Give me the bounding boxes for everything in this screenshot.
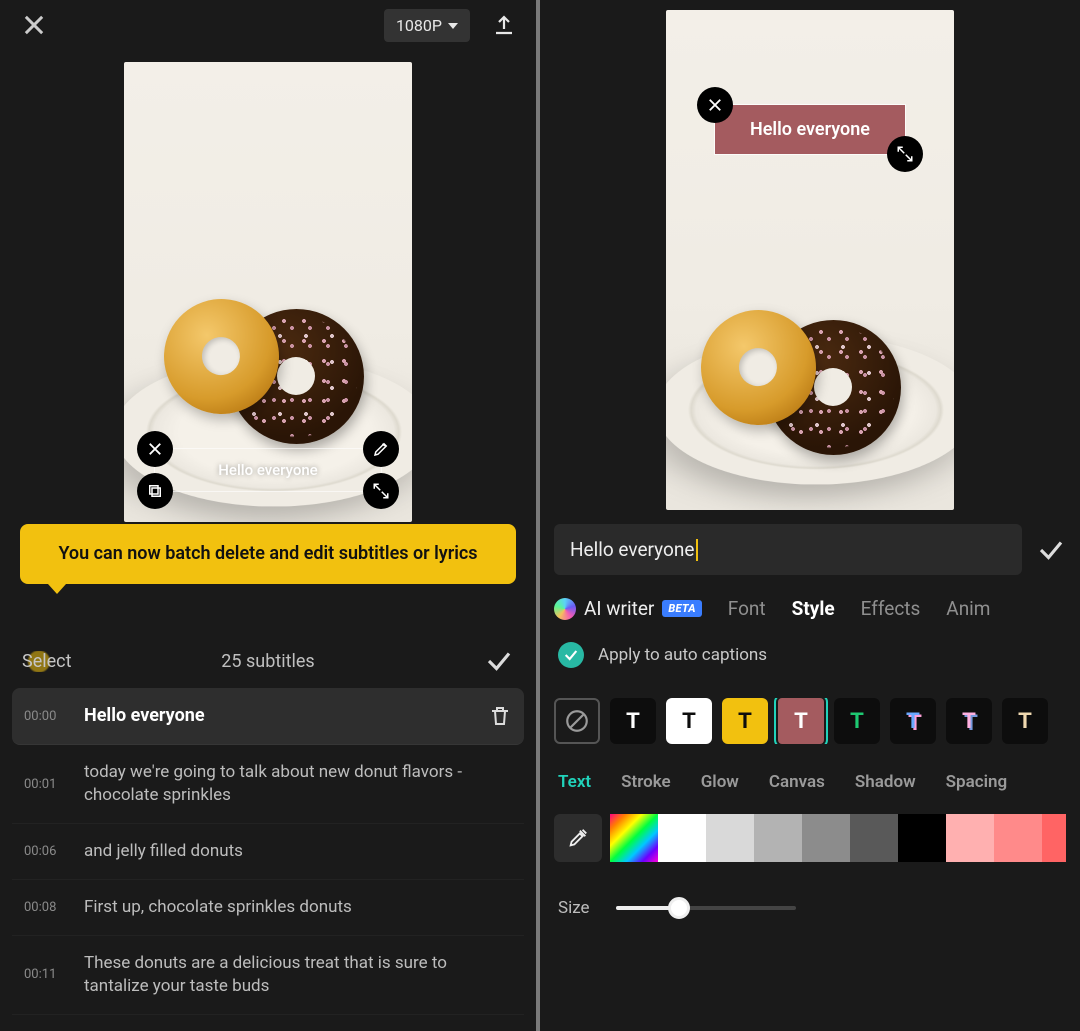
subtitle-text: today we're going to talk about new donu… bbox=[84, 761, 512, 807]
text-caret bbox=[696, 539, 698, 561]
preset-none[interactable] bbox=[554, 698, 600, 744]
caption-copy-handle[interactable] bbox=[137, 473, 173, 509]
slider-thumb[interactable] bbox=[668, 897, 690, 919]
editor-header: 1080P bbox=[0, 0, 536, 50]
size-slider-row: Size bbox=[558, 898, 1062, 918]
size-slider[interactable] bbox=[616, 906, 796, 910]
subtitles-toolbar: Select 25 subtitles bbox=[0, 634, 536, 688]
video-preview[interactable]: Hello everyone bbox=[124, 62, 412, 522]
confirm-icon[interactable] bbox=[1036, 535, 1066, 565]
caption-resize-handle[interactable] bbox=[363, 473, 399, 509]
close-icon[interactable] bbox=[20, 11, 48, 39]
color-swatch[interactable] bbox=[658, 814, 706, 862]
style-presets-row: TTTTTTTT bbox=[554, 698, 1066, 744]
subtitle-text: and jelly filled donuts bbox=[84, 840, 512, 863]
style-preset[interactable]: T bbox=[890, 698, 936, 744]
beta-badge: BETA bbox=[662, 600, 701, 617]
export-icon[interactable] bbox=[492, 13, 516, 37]
subtitle-count: 25 subtitles bbox=[221, 651, 314, 672]
style-subtab-canvas[interactable]: Canvas bbox=[769, 772, 825, 792]
style-subtab-text[interactable]: Text bbox=[558, 772, 591, 792]
style-preset[interactable]: T bbox=[778, 698, 824, 744]
trash-icon[interactable] bbox=[488, 704, 512, 728]
subtitle-row[interactable]: 00:08 First up, chocolate sprinkles donut… bbox=[12, 880, 524, 936]
color-swatch[interactable] bbox=[754, 814, 802, 862]
tab-font[interactable]: Font bbox=[728, 597, 766, 620]
caption-bounding-box[interactable]: Hello everyone bbox=[714, 104, 906, 155]
video-preview[interactable]: Hello everyone bbox=[666, 10, 954, 510]
color-swatch[interactable] bbox=[994, 814, 1042, 862]
subtitle-time: 00:00 bbox=[24, 709, 66, 724]
apply-to-captions-row[interactable]: Apply to auto captions bbox=[558, 642, 1062, 668]
text-editor-tabs: AI writer BETA Font Style Effects Anim bbox=[554, 597, 1066, 620]
subtitle-text: First up, chocolate sprinkles donuts bbox=[84, 896, 512, 919]
style-subtabs: Text Stroke Glow Canvas Shadow Spacing bbox=[558, 772, 1062, 792]
confirm-icon[interactable] bbox=[484, 646, 514, 676]
select-button[interactable]: Select bbox=[22, 651, 71, 672]
subtitle-row[interactable]: 00:01 today we're going to talk about new… bbox=[12, 745, 524, 824]
tab-ai-writer[interactable]: AI writer BETA bbox=[554, 597, 702, 620]
caption-resize-handle[interactable] bbox=[887, 136, 923, 172]
caption-delete-handle[interactable] bbox=[697, 87, 733, 123]
resolution-button[interactable]: 1080P bbox=[384, 9, 470, 42]
style-preset[interactable]: T bbox=[1002, 698, 1048, 744]
style-preset[interactable]: T bbox=[834, 698, 880, 744]
style-preset[interactable]: T bbox=[666, 698, 712, 744]
batch-edit-tooltip: You can now batch delete and edit subtit… bbox=[20, 524, 516, 584]
caption-edit-handle[interactable] bbox=[363, 431, 399, 467]
subtitle-time: 00:01 bbox=[24, 777, 66, 792]
apply-label: Apply to auto captions bbox=[598, 645, 767, 665]
resolution-label: 1080P bbox=[396, 16, 442, 35]
eyedropper-button[interactable] bbox=[554, 814, 602, 862]
chevron-down-icon bbox=[448, 23, 458, 29]
color-swatch[interactable] bbox=[706, 814, 754, 862]
subtitle-text: Hello everyone bbox=[84, 704, 470, 728]
subtitles-list[interactable]: 00:00 Hello everyone 00:01 today we're goin… bbox=[0, 688, 536, 1031]
style-subtab-shadow[interactable]: Shadow bbox=[855, 772, 916, 792]
color-swatch[interactable] bbox=[898, 814, 946, 862]
caption-delete-handle[interactable] bbox=[137, 431, 173, 467]
style-preset[interactable]: T bbox=[722, 698, 768, 744]
subtitle-time: 00:06 bbox=[24, 844, 66, 859]
caption-bounding-box[interactable]: Hello everyone bbox=[154, 448, 382, 492]
tab-animation[interactable]: Anim bbox=[946, 597, 990, 620]
style-subtab-stroke[interactable]: Stroke bbox=[621, 772, 671, 792]
text-color-row bbox=[554, 814, 1066, 862]
subtitle-row[interactable]: 00:06 and jelly filled donuts bbox=[12, 824, 524, 880]
text-style-panel: Hello everyone Hello everyone AI writer … bbox=[540, 0, 1080, 1031]
subtitle-time: 00:08 bbox=[24, 900, 66, 915]
style-preset[interactable]: T bbox=[610, 698, 656, 744]
text-input-row: Hello everyone bbox=[554, 524, 1066, 575]
color-swatch[interactable] bbox=[946, 814, 994, 862]
color-swatch[interactable] bbox=[802, 814, 850, 862]
size-label: Size bbox=[558, 898, 590, 918]
color-picker-swatch[interactable] bbox=[610, 814, 658, 862]
subtitle-row[interactable]: 00:11 These donuts are a delicious treat … bbox=[12, 936, 524, 1015]
caption-text: Hello everyone bbox=[715, 105, 905, 154]
tab-effects[interactable]: Effects bbox=[861, 597, 921, 620]
ai-orb-icon bbox=[554, 598, 576, 620]
caption-text-input[interactable]: Hello everyone bbox=[554, 524, 1022, 575]
checkbox-checked-icon[interactable] bbox=[558, 642, 584, 668]
style-subtab-glow[interactable]: Glow bbox=[701, 772, 739, 792]
style-preset[interactable]: T bbox=[946, 698, 992, 744]
color-swatch[interactable] bbox=[1042, 814, 1066, 862]
style-subtab-spacing[interactable]: Spacing bbox=[946, 772, 1008, 792]
caption-text: Hello everyone bbox=[218, 461, 317, 479]
subtitle-row[interactable]: 00:00 Hello everyone bbox=[12, 688, 524, 745]
tab-style[interactable]: Style bbox=[792, 597, 835, 620]
subtitles-panel: 1080P Hello everyone You can now batch d… bbox=[0, 0, 540, 1031]
subtitle-text: These donuts are a delicious treat that … bbox=[84, 952, 512, 998]
color-swatch[interactable] bbox=[850, 814, 898, 862]
subtitle-time: 00:11 bbox=[24, 967, 66, 982]
